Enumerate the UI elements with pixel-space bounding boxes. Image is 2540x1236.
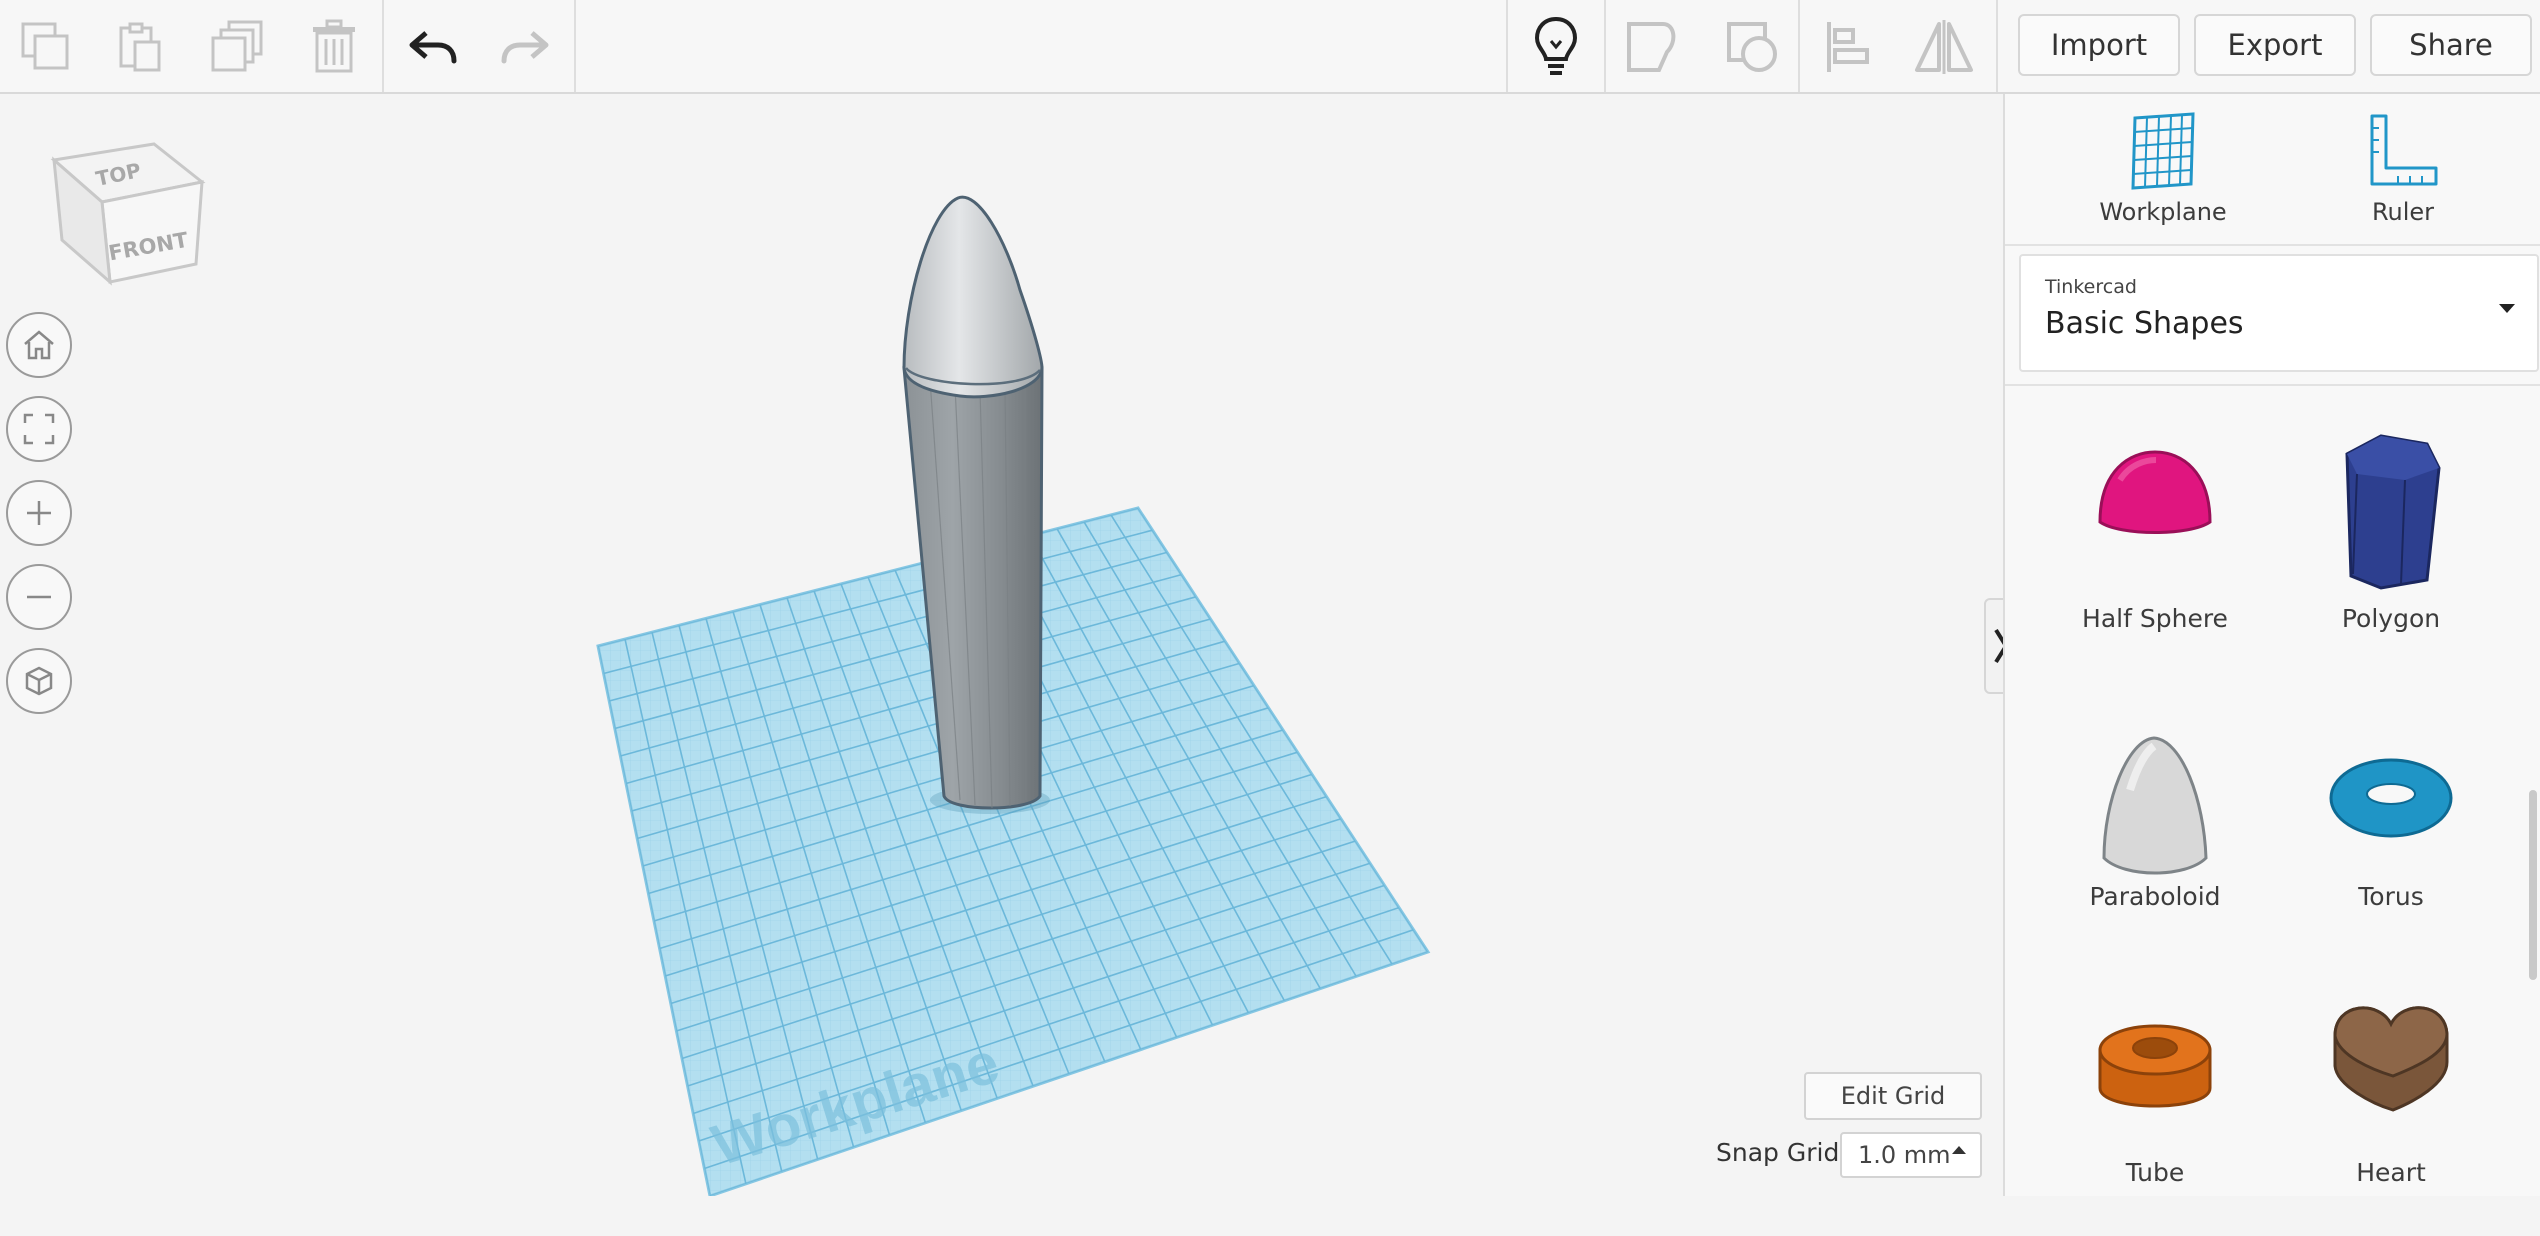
undo-icon [409, 31, 457, 64]
solid-shape-button[interactable] [1612, 8, 1692, 86]
dropdown-caret-icon [2499, 304, 2515, 313]
toolbar-divider [382, 0, 384, 92]
ruler-icon [2370, 114, 2438, 186]
paste-button[interactable] [100, 8, 180, 86]
paraboloid-tip[interactable] [902, 195, 1044, 399]
library-name: Basic Shapes [2045, 306, 2244, 341]
notes-button[interactable] [1516, 8, 1596, 86]
copy-icon [21, 22, 69, 70]
shape-library-select[interactable]: Tinkercad Basic Shapes [2019, 254, 2539, 372]
shape-label: Polygon [2341, 604, 2441, 633]
minus-icon [27, 595, 51, 599]
library-provider: Tinkercad [2045, 276, 2137, 298]
mirror-icon [1915, 20, 1973, 74]
plus-icon [27, 501, 51, 525]
align-button[interactable] [1808, 8, 1888, 86]
toolbar-divider [1604, 0, 1606, 92]
paste-icon [119, 22, 161, 72]
hole-shape-icon [1727, 22, 1777, 72]
zoom-out-button[interactable] [6, 564, 72, 630]
duplicate-button[interactable] [198, 8, 278, 86]
toolbar-divider [1996, 0, 1998, 92]
fit-view-button[interactable] [6, 396, 72, 462]
polygon-icon [2345, 434, 2441, 590]
shape-half-sphere[interactable]: Half Sphere [2045, 424, 2265, 684]
workplane-tool[interactable]: Workplane [2063, 112, 2263, 242]
shape-paraboloid[interactable]: Paraboloid [2045, 700, 2265, 960]
snap-grid-label: Snap Grid [1716, 1138, 1840, 1167]
ruler-tool[interactable]: Ruler [2303, 112, 2503, 242]
align-icon [1827, 22, 1869, 72]
solid-shape-icon [1627, 22, 1676, 72]
fit-all-icon [23, 413, 55, 445]
mirror-button[interactable] [1904, 8, 1984, 86]
trash-icon [313, 19, 355, 73]
import-button[interactable]: Import [2018, 14, 2180, 76]
export-button[interactable]: Export [2194, 14, 2356, 76]
shape-polygon[interactable]: Polygon [2281, 424, 2501, 684]
redo-button[interactable] [486, 8, 566, 86]
shape-heart[interactable]: Heart [2281, 976, 2501, 1236]
home-icon [24, 330, 54, 360]
panel-scrollbar[interactable] [2529, 790, 2537, 980]
scene: Workplane [596, 195, 1431, 1196]
paraboloid-icon [2102, 736, 2208, 875]
shape-label: Half Sphere [2082, 604, 2228, 633]
shapes-panel: Workplane Ruler Tinkercad Basic Shapes H… [2003, 94, 2540, 1196]
cube-icon [25, 666, 53, 696]
shape-torus[interactable]: Torus [2281, 700, 2501, 960]
3d-viewport[interactable]: Workplane TOP FRONT Edit Grid Snap Grid … [0, 94, 2003, 1196]
tube-icon [2098, 1024, 2212, 1108]
undo-button[interactable] [392, 8, 472, 86]
copy-button[interactable] [6, 8, 86, 86]
ruler-tool-label: Ruler [2371, 198, 2435, 226]
zoom-in-button[interactable] [6, 480, 72, 546]
edit-grid-button[interactable]: Edit Grid [1804, 1072, 1982, 1120]
caret-up-icon [1952, 1146, 1966, 1154]
shape-label: Paraboloid [2089, 882, 2221, 911]
redo-icon [501, 31, 549, 64]
shape-label: Tube [2125, 1158, 2185, 1187]
workplane-grid-icon [2131, 112, 2195, 190]
shape-label: Heart [2356, 1158, 2426, 1187]
toolbar-divider [1798, 0, 1800, 92]
snap-grid-value: 1.0 mm [1858, 1141, 1951, 1169]
view-cube[interactable]: TOP FRONT [46, 130, 216, 300]
share-button[interactable]: Share [2370, 14, 2532, 76]
delete-button[interactable] [294, 8, 374, 86]
toolbar-divider [1506, 0, 1508, 92]
lightbulb-icon [1534, 16, 1578, 75]
workplane-tool-label: Workplane [2099, 198, 2227, 226]
snap-grid-select[interactable]: 1.0 mm [1840, 1132, 1982, 1178]
home-view-button[interactable] [6, 312, 72, 378]
toolbar-divider [574, 0, 576, 92]
projection-button[interactable] [6, 648, 72, 714]
duplicate-icon [211, 20, 263, 72]
half-sphere-icon [2098, 450, 2212, 534]
heart-icon [2333, 1006, 2449, 1112]
shape-tube[interactable]: Tube [2045, 976, 2265, 1236]
hole-shape-button[interactable] [1712, 8, 1792, 86]
top-toolbar: Import Export Share [0, 0, 2540, 94]
torus-icon [2329, 758, 2453, 838]
shape-label: Torus [2358, 882, 2424, 911]
